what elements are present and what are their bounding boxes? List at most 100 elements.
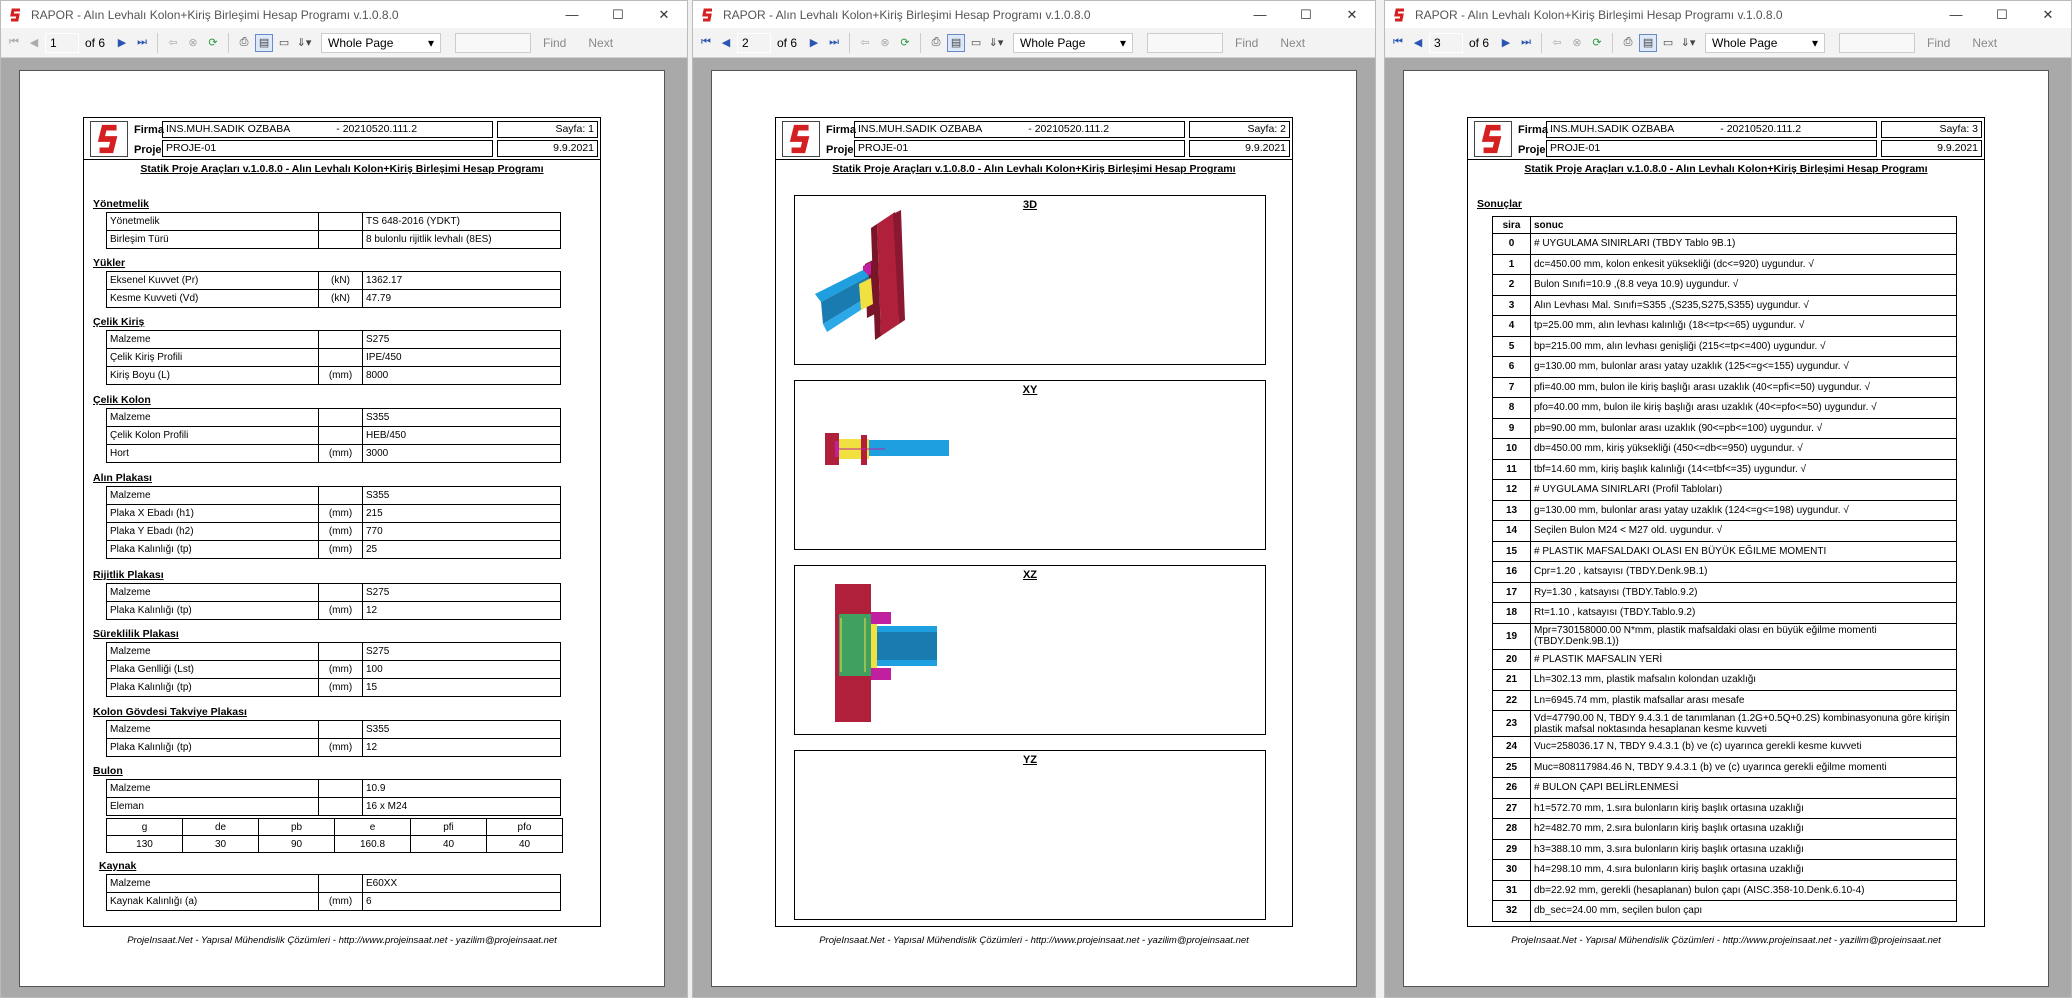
date-field: 9.9.2021 — [1881, 140, 1982, 157]
prev-page-icon[interactable]: ◀ — [1409, 34, 1427, 52]
table-row: 9 pb=90.00 mm, bulonlar arası uzaklık (90… — [1492, 417, 1957, 439]
export-icon[interactable]: ⇓▾ — [1679, 34, 1697, 52]
prev-page-icon[interactable]: ◀ — [717, 34, 735, 52]
company-logo-icon — [90, 121, 128, 157]
print-layout-icon[interactable]: ▤ — [1639, 33, 1658, 52]
stop-icon[interactable]: ⊗ — [184, 34, 202, 52]
table-row: g de pb e pfi pfo — [106, 818, 563, 836]
find-button[interactable]: Find — [1927, 36, 1950, 50]
page-count: of 6 — [85, 35, 106, 50]
zoom-select[interactable]: Whole Page ▾ — [1705, 32, 1826, 53]
print-layout-icon[interactable]: ▤ — [947, 33, 966, 52]
next-button[interactable]: Next — [1280, 36, 1305, 50]
next-page-icon[interactable]: ▶ — [1497, 34, 1515, 52]
print-layout-icon[interactable]: ▤ — [255, 33, 274, 52]
chevron-down-icon: ▾ — [1119, 35, 1127, 50]
page-setup-icon[interactable]: ▭ — [967, 34, 985, 52]
first-page-icon[interactable]: ⏮ — [1389, 34, 1407, 52]
page-number-input[interactable]: 3 — [1429, 32, 1463, 53]
kaynak-table: Malzeme E60XX Kaynak Kalınlığı (a) (mm) 6 — [106, 874, 561, 911]
maximize-button[interactable]: ☐ — [1283, 1, 1329, 28]
table-row: 1 dc=450.00 mm, kolon enkesit yüksekliği … — [1492, 253, 1957, 275]
table-row: Hort (mm) 3000 — [106, 444, 561, 463]
table-row: 31 db=22.92 mm, gerekli (hesaplanan) bulo… — [1492, 879, 1957, 901]
back-icon[interactable]: ⇦ — [856, 34, 874, 52]
window-title: RAPOR - Alın Levhalı Kolon+Kiriş Birleşi… — [31, 7, 399, 22]
stop-icon[interactable]: ⊗ — [1568, 34, 1586, 52]
back-icon[interactable]: ⇦ — [164, 34, 182, 52]
close-button[interactable]: ✕ — [2025, 1, 2071, 28]
table-row: Kesme Kuvveti (Vd) (kN) 47.79 — [106, 289, 561, 308]
print-icon[interactable]: ⎙ — [927, 34, 945, 52]
next-button[interactable]: Next — [588, 36, 613, 50]
prev-page-icon[interactable]: ◀ — [25, 34, 43, 52]
find-button[interactable]: Find — [1235, 36, 1258, 50]
table-row: Kaynak Kalınlığı (a) (mm) 6 — [106, 892, 561, 911]
minimize-button[interactable]: — — [549, 1, 595, 28]
last-page-icon[interactable]: ⏭ — [825, 34, 843, 52]
page-setup-icon[interactable]: ▭ — [275, 34, 293, 52]
find-input[interactable] — [1147, 32, 1224, 53]
results-title: Sonuçlar — [1477, 198, 1522, 210]
zoom-select[interactable]: Whole Page ▾ — [321, 32, 442, 53]
export-icon[interactable]: ⇓▾ — [987, 34, 1005, 52]
minimize-button[interactable]: — — [1933, 1, 1979, 28]
page-footer: ProjeInsaat.Net - Yapısal Mühendislik Çö… — [819, 935, 1249, 946]
figure-yz: YZ — [794, 750, 1266, 920]
date-field: 9.9.2021 — [497, 140, 598, 157]
table-row: 13 g=130.00 mm, bulonlar arası yatay uzak… — [1492, 499, 1957, 521]
table-row: 7 pfi=40.00 mm, bulon ile kiriş başlığı a… — [1492, 376, 1957, 398]
refresh-icon[interactable]: ⟳ — [1588, 34, 1606, 52]
next-page-icon[interactable]: ▶ — [113, 34, 131, 52]
stop-icon[interactable]: ⊗ — [876, 34, 894, 52]
report-viewport[interactable]: Firma Proje INS.MUH.SADIK OZBABA - 202105… — [1, 58, 687, 997]
refresh-icon[interactable]: ⟳ — [204, 34, 222, 52]
proje-label: Proje — [1518, 144, 1546, 156]
find-button[interactable]: Find — [543, 36, 566, 50]
table-row: 8 pfo=40.00 mm, bulon ile kiriş başlığı a… — [1492, 397, 1957, 419]
section-title: Yönetmelik — [93, 198, 150, 210]
maximize-button[interactable]: ☐ — [1979, 1, 2025, 28]
proje-field: PROJE-01 — [1546, 140, 1877, 157]
next-button[interactable]: Next — [1972, 36, 1997, 50]
export-icon[interactable]: ⇓▾ — [295, 34, 313, 52]
table-row: 27 h1=572.70 mm, 1.sıra bulonların kiriş … — [1492, 797, 1957, 819]
first-page-icon[interactable]: ⏮ — [697, 34, 715, 52]
minimize-button[interactable]: — — [1237, 1, 1283, 28]
connection-xy-drawing — [825, 433, 949, 465]
bolt-geometry-table: g de pb e pfi pfo 130 30 90 160.8 40 40 — [106, 818, 563, 853]
report-viewport[interactable]: Firma Proje INS.MUH.SADIK OZBABA - 202105… — [1385, 58, 2071, 997]
print-icon[interactable]: ⎙ — [235, 34, 253, 52]
zoom-select[interactable]: Whole Page ▾ — [1013, 32, 1134, 53]
find-input[interactable] — [1839, 32, 1916, 53]
close-button[interactable]: ✕ — [1329, 1, 1375, 28]
table-header-row: sira sonuc — [1492, 216, 1957, 234]
refresh-icon[interactable]: ⟳ — [896, 34, 914, 52]
table-row: Çelik Kiriş Profili IPE/450 — [106, 348, 561, 367]
proje-label: Proje — [134, 144, 162, 156]
page-number-input[interactable]: 2 — [737, 32, 771, 53]
table-row: Malzeme S275 — [106, 583, 561, 602]
last-page-icon[interactable]: ⏭ — [1517, 34, 1535, 52]
table-row: Plaka Genlliği (Lst) (mm) 100 — [106, 660, 561, 679]
report-viewport[interactable]: Firma Proje INS.MUH.SADIK OZBABA - 202105… — [693, 58, 1375, 997]
table-row: Yönetmelik TS 648-2016 (YDKT) — [106, 212, 561, 231]
back-icon[interactable]: ⇦ — [1548, 34, 1566, 52]
table-row: Plaka Y Ebadı (h2) (mm) 770 — [106, 522, 561, 541]
page-number-input[interactable]: 1 — [45, 32, 79, 53]
page-setup-icon[interactable]: ▭ — [1659, 34, 1677, 52]
last-page-icon[interactable]: ⏭ — [133, 34, 151, 52]
find-input[interactable] — [455, 32, 532, 53]
proje-label: Proje — [826, 144, 854, 156]
divider — [920, 32, 922, 53]
first-page-icon[interactable]: ⏮ — [5, 34, 23, 52]
print-icon[interactable]: ⎙ — [1619, 34, 1637, 52]
maximize-button[interactable]: ☐ — [595, 1, 641, 28]
table-row: Birleşim Türü 8 bulonlu rijitlik levhalı … — [106, 230, 561, 249]
rijitlik-plakasi-table: Malzeme S275 Plaka Kalınlığı (tp) (mm) 12 — [106, 583, 561, 620]
next-page-icon[interactable]: ▶ — [805, 34, 823, 52]
table-row: Plaka Kalınlığı (tp) (mm) 12 — [106, 738, 561, 757]
table-row: 12 # UYGULAMA SINIRLARI (Profil Tabloları… — [1492, 479, 1957, 501]
table-row: 5 bp=215.00 mm, alın levhası genişliği (2… — [1492, 335, 1957, 357]
close-button[interactable]: ✕ — [641, 1, 687, 28]
